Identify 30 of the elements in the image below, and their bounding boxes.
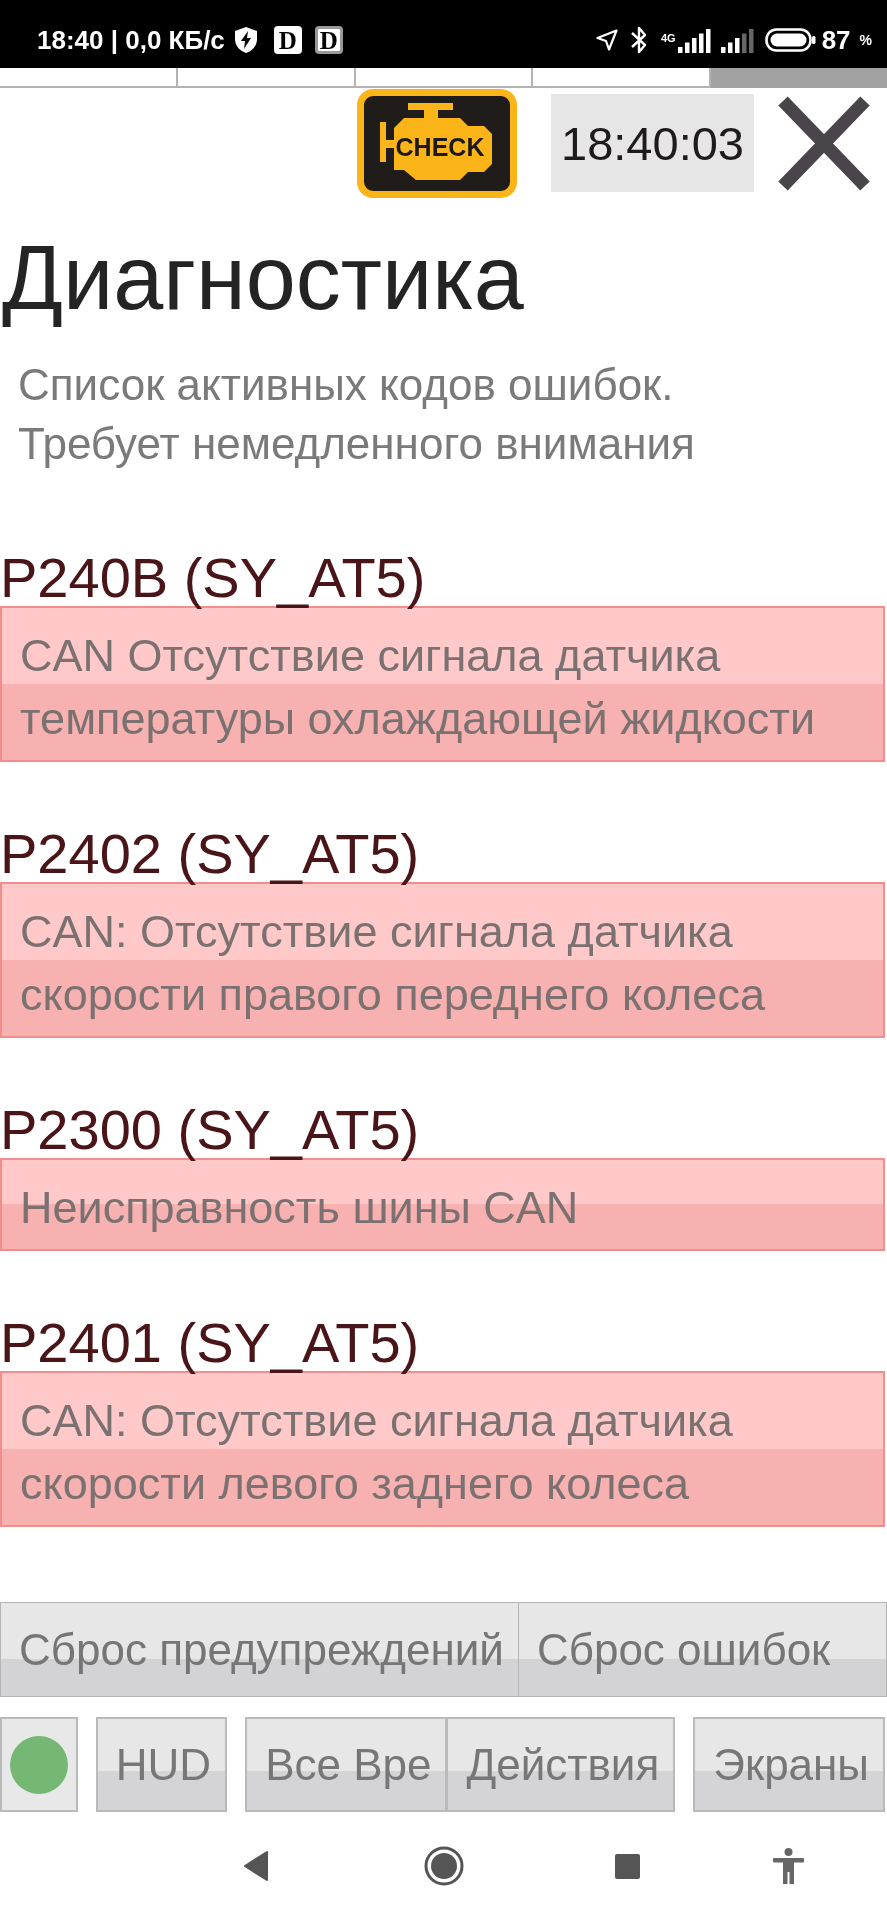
- time-display: 18:40:03: [551, 94, 754, 192]
- page-tab[interactable]: [0, 68, 178, 88]
- network-type-label: 4G: [660, 32, 676, 44]
- signal-icon: [677, 27, 711, 53]
- page-tab[interactable]: [355, 68, 534, 88]
- action-button[interactable]: Сброс предупреждений: [0, 1602, 519, 1697]
- toolbar-button[interactable]: HUD: [95, 1717, 228, 1812]
- shield-bolt-icon: [233, 26, 258, 54]
- close-icon: [775, 94, 873, 192]
- navigation-arrow-icon: [595, 29, 618, 51]
- battery-unit: %: [859, 32, 872, 48]
- home-icon[interactable]: [424, 1846, 464, 1886]
- close-button[interactable]: [775, 94, 873, 192]
- battery-level: 87: [821, 24, 851, 56]
- page-tab[interactable]: [533, 68, 712, 88]
- status-button[interactable]: [0, 1717, 78, 1812]
- toolbar-button[interactable]: Действия: [447, 1717, 676, 1812]
- toolbar-button[interactable]: Все Вре: [245, 1717, 448, 1812]
- app-logo: D: [314, 26, 343, 54]
- app-logo: D: [273, 26, 302, 54]
- accessibility-icon[interactable]: [773, 1848, 804, 1884]
- recent-apps-icon[interactable]: [615, 1853, 640, 1879]
- page-subtitle: Список активных кодов ошибок. Требует немедленного внимания: [18, 359, 696, 470]
- status-time-speed: 18:40 | 0,0 КБ/с: [37, 24, 225, 56]
- signal-icon: [720, 27, 754, 53]
- check-engine-button[interactable]: CHECK: [357, 88, 517, 198]
- page-tab[interactable]: [177, 68, 356, 88]
- toolbar-button[interactable]: Экраны: [693, 1717, 885, 1812]
- battery-icon: [764, 28, 816, 52]
- back-icon[interactable]: [243, 1851, 269, 1881]
